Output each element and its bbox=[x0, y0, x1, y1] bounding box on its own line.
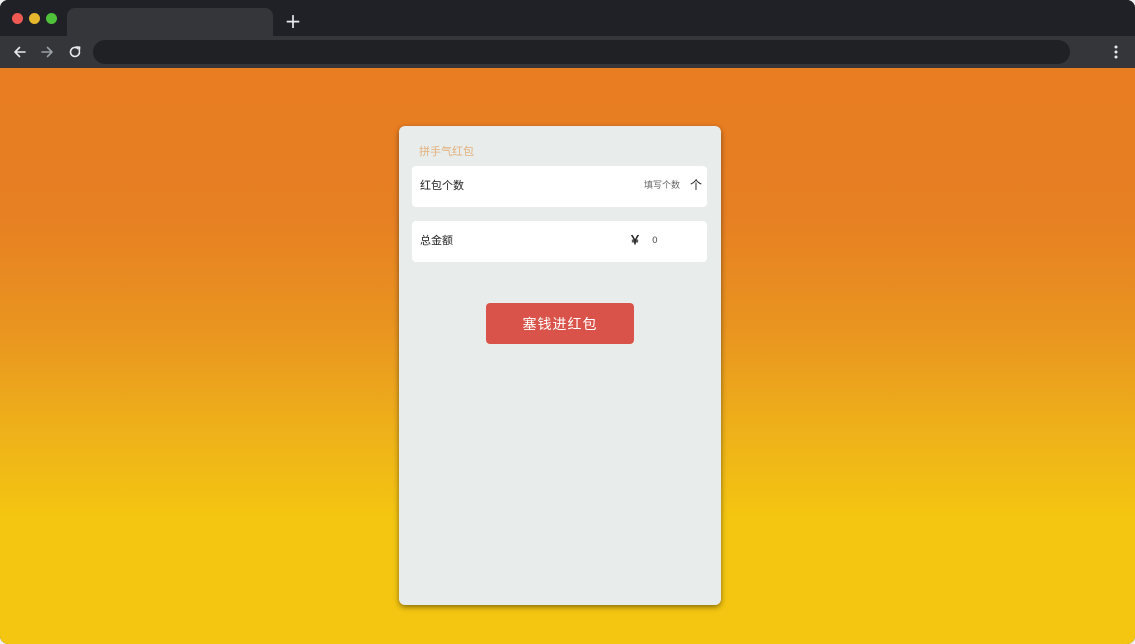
packet-count-input[interactable] bbox=[602, 179, 680, 193]
address-bar[interactable] bbox=[93, 40, 1070, 64]
close-window-button[interactable] bbox=[12, 13, 23, 24]
total-amount-input[interactable] bbox=[652, 234, 702, 248]
browser-toolbar bbox=[0, 36, 1135, 68]
total-amount-label: 总金额 bbox=[420, 234, 453, 247]
active-tab[interactable] bbox=[67, 8, 273, 36]
reload-icon bbox=[69, 46, 81, 58]
browser-window: + 拼手气红包 红包个数 填写个数 个 总金额 ￥ 0 塞钱进红包 bbox=[0, 0, 1135, 644]
page-viewport: 拼手气红包 红包个数 个 总金额 ￥ 塞钱进红包 bbox=[0, 68, 1135, 644]
reload-button[interactable] bbox=[66, 43, 84, 61]
submit-money-button[interactable]: 塞钱进红包 bbox=[486, 303, 634, 344]
card-title: 拼手气红包 bbox=[419, 145, 474, 158]
currency-symbol: ￥ bbox=[629, 233, 642, 247]
total-amount-row: 总金额 ￥ bbox=[412, 221, 707, 262]
arrow-right-icon bbox=[41, 46, 53, 58]
packet-count-label: 红包个数 bbox=[420, 179, 464, 192]
packet-count-unit: 个 bbox=[690, 178, 703, 192]
new-tab-button[interactable]: + bbox=[284, 10, 302, 32]
arrow-left-icon bbox=[14, 46, 26, 58]
more-vert-icon bbox=[1114, 45, 1118, 59]
tab-bar: + bbox=[0, 0, 1135, 36]
packet-count-row: 红包个数 个 bbox=[412, 166, 707, 207]
forward-button[interactable] bbox=[38, 43, 56, 61]
maximize-window-button[interactable] bbox=[46, 13, 57, 24]
back-button[interactable] bbox=[11, 43, 29, 61]
red-packet-card: 拼手气红包 红包个数 个 总金额 ￥ 塞钱进红包 bbox=[399, 126, 721, 605]
browser-menu-button[interactable] bbox=[1108, 43, 1124, 61]
minimize-window-button[interactable] bbox=[29, 13, 40, 24]
